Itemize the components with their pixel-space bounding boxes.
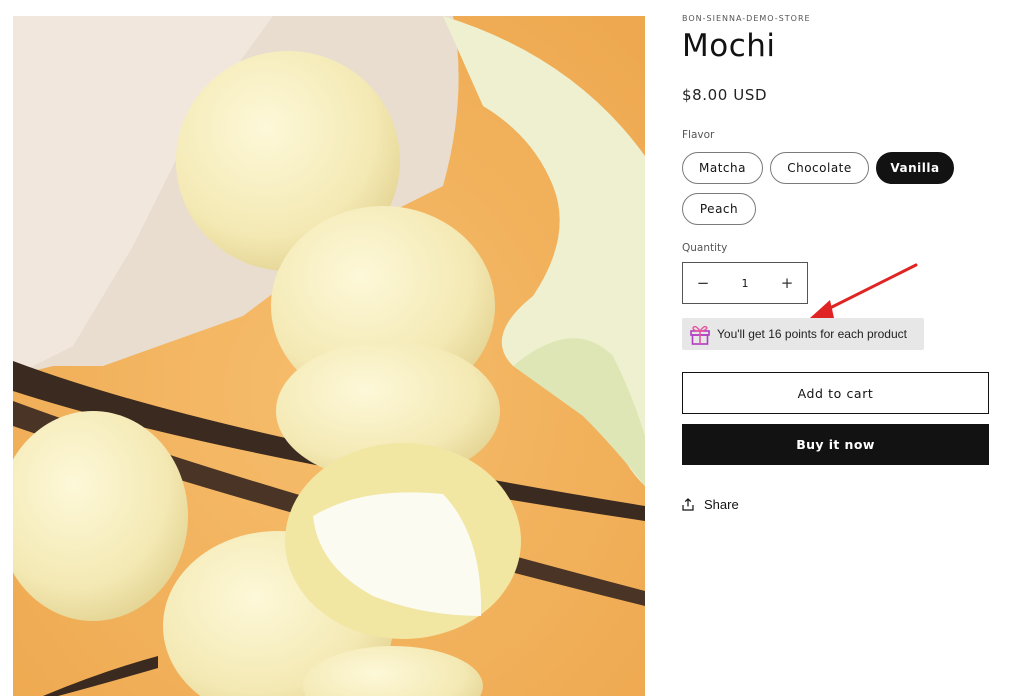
product-price: $8.00 USD [682, 86, 768, 104]
buy-now-button[interactable]: Buy it now [682, 424, 989, 465]
quantity-input[interactable] [723, 263, 767, 303]
quantity-stepper: − + [682, 262, 808, 304]
add-to-cart-button[interactable]: Add to cart [682, 372, 989, 414]
flavor-option-vanilla[interactable]: Vanilla [876, 152, 954, 184]
quantity-decrease-button[interactable]: − [683, 263, 723, 303]
product-image[interactable] [13, 16, 645, 696]
flavor-label: Flavor [682, 129, 715, 141]
product-title: Mochi [682, 28, 776, 64]
gift-icon [686, 321, 714, 347]
vendor-name: BON-SIENNA-DEMO-STORE [682, 14, 811, 23]
points-text: You'll get 16 points for each product [717, 327, 907, 341]
share-icon [682, 498, 696, 512]
flavor-option-peach[interactable]: Peach [682, 193, 756, 225]
annotation-arrow [810, 263, 918, 318]
share-button[interactable]: Share [682, 497, 739, 512]
share-label: Share [704, 497, 739, 512]
flavor-option-chocolate[interactable]: Chocolate [770, 152, 869, 184]
loyalty-points-banner: You'll get 16 points for each product [682, 318, 924, 350]
flavor-option-matcha[interactable]: Matcha [682, 152, 763, 184]
quantity-label: Quantity [682, 242, 728, 254]
quantity-increase-button[interactable]: + [767, 263, 807, 303]
mochi-photo [13, 16, 645, 696]
